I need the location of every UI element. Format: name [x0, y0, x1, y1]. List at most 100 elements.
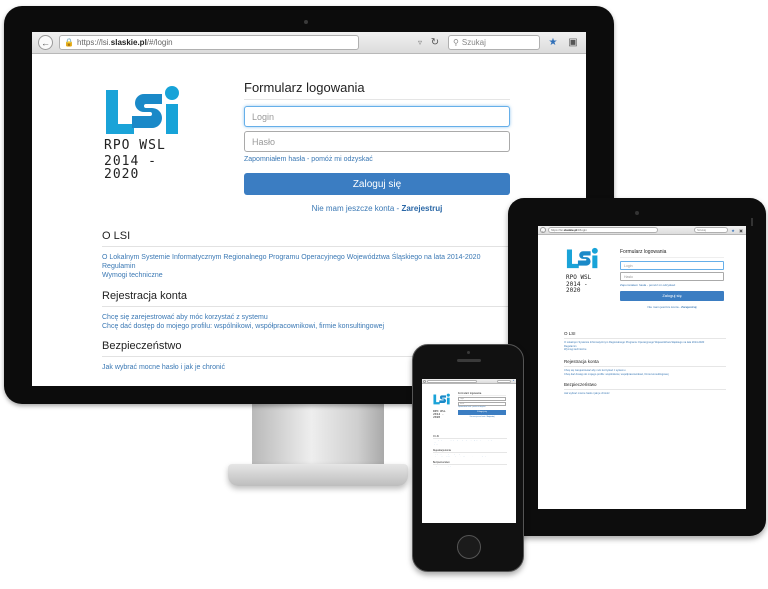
- tablet-forgot-password-link[interactable]: Zapomniałem hasła - pomóż mi odzyskać: [620, 283, 724, 287]
- tablet-about-lsi-link[interactable]: O Lokalnym Systemie Informatycznym Regio…: [564, 341, 726, 345]
- tablet-address-bar[interactable]: https://lsi. slaskie.pl/#/login: [548, 227, 658, 233]
- phone-forgot-password-link[interactable]: Zapomniałem hasła - pomóż mi odzyskać: [458, 407, 506, 408]
- tablet-password-input[interactable]: Hasło: [620, 272, 724, 281]
- tablet-screen: ← https://lsi. slaskie.pl/#/login Szukaj …: [538, 226, 746, 509]
- lsi-logo: RPO WSL 2014 - 2020: [104, 84, 184, 181]
- register-to-use-link[interactable]: Chcę się zarejestrować aby móc korzystać…: [102, 313, 542, 322]
- browser-toolbar: ← 🔒 https://lsi.slaskie.pl/#/login ▿ ↻ ⚲…: [32, 32, 586, 54]
- tablet-side-button: [751, 218, 753, 226]
- phone-section-registration-title: Rejestracja konta: [433, 450, 507, 453]
- phone-register-link[interactable]: Zarejestruj: [487, 417, 495, 418]
- logo-letter-i-stem: [166, 104, 178, 134]
- tablet-login-button[interactable]: Zaloguj się: [620, 291, 724, 301]
- tablet-tech-requirements-link[interactable]: Wymogi techniczne: [564, 348, 726, 352]
- section-registration: Rejestracja konta Chcę się zarejestrować…: [102, 290, 542, 331]
- tablet-section-about-title: O LSI: [564, 331, 726, 339]
- tech-requirements-link[interactable]: Wymogi techniczne: [102, 271, 542, 280]
- tablet-bookmark-star-icon[interactable]: ★: [730, 228, 736, 233]
- phone-speaker: [457, 359, 481, 362]
- regulations-link[interactable]: Regulamin: [102, 262, 542, 271]
- tablet-register-link[interactable]: Zarejestruj: [681, 305, 696, 309]
- library-icon[interactable]: ▣: [566, 37, 580, 48]
- responsive-devices-mockup: ← 🔒 https://lsi.slaskie.pl/#/login ▿ ↻ ⚲…: [0, 0, 768, 589]
- tablet-device: ← https://lsi. slaskie.pl/#/login Szukaj …: [508, 198, 766, 536]
- tablet-lsi-logo-mark: [566, 247, 598, 269]
- tablet-section-registration: Rejestracja konta Chcę się zarejestrować…: [564, 359, 726, 376]
- phone-back-arrow-icon[interactable]: [423, 379, 426, 383]
- lsi-logo-mark: [106, 86, 179, 134]
- tablet-grant-profile-access-link[interactable]: Chcę dać dostęp do mojego profilu: wspól…: [564, 373, 726, 377]
- monitor-stand-neck: [252, 404, 384, 470]
- phone-password-input[interactable]: Hasło: [458, 402, 506, 406]
- tablet-section-about: O LSI O Lokalnym Systemie Informatycznym…: [564, 331, 726, 352]
- phone-address-bar[interactable]: [427, 379, 477, 383]
- monitor-screen: ← 🔒 https://lsi.slaskie.pl/#/login ▿ ↻ ⚲…: [32, 32, 586, 386]
- tablet-register-prompt: Nie mam jeszcze konta - Zarejestruj: [647, 305, 697, 309]
- url-text: https://lsi.slaskie.pl/#/login: [76, 38, 173, 47]
- phone-strong-password-link[interactable]: Jak wybrać mocne hasło i jak je chronić: [433, 466, 507, 468]
- grant-profile-access-link[interactable]: Chcę dać dostęp do mojego profilu: wspól…: [102, 322, 542, 331]
- phone-section-security-title: Bezpieczeństwo: [433, 462, 507, 465]
- logo-years: 2014 - 2020: [104, 154, 157, 182]
- tablet-strong-password-link[interactable]: Jak wybrać mocne hasło i jak je chronić: [564, 392, 726, 396]
- forgot-password-link[interactable]: Zapomniałem hasła - pomóż mi odzyskać: [244, 156, 510, 163]
- bookmark-star-icon[interactable]: ★: [546, 37, 560, 48]
- tablet-lsi-logo: RPO WSL 2014 - 2020: [566, 247, 600, 294]
- phone-section-security: Bezpieczeństwo Jak wybrać mocne hasło i …: [433, 462, 507, 468]
- search-icon: ⚲: [453, 38, 459, 47]
- section-about: O LSI O Lokalnym Systemie Informatycznym…: [102, 230, 542, 280]
- monitor-camera: [304, 20, 308, 24]
- logo-program-name: RPO WSL: [104, 138, 166, 153]
- logo-letter-l: [106, 90, 134, 134]
- monitor-stand-base: [228, 464, 408, 486]
- password-input[interactable]: [244, 131, 510, 152]
- phone-camera: [467, 351, 470, 354]
- logo-letter-s: [132, 94, 162, 128]
- phone-login-button[interactable]: Zaloguj się: [458, 410, 506, 415]
- login-page: RPO WSL 2014 - 2020 Formularz logowania …: [32, 54, 586, 386]
- tablet-back-arrow-icon[interactable]: ←: [540, 227, 546, 233]
- phone-search-box[interactable]: [497, 379, 511, 383]
- tablet-search-box[interactable]: Szukaj: [694, 227, 728, 233]
- tablet-camera: [635, 211, 639, 215]
- tablet-login-page: RPO WSL 2014 - 2020 Formularz logowania …: [538, 235, 746, 509]
- about-lsi-link[interactable]: O Lokalnym Systemie Informatycznym Regio…: [102, 253, 542, 262]
- back-arrow-icon[interactable]: ←: [38, 35, 53, 50]
- phone-home-button[interactable]: [457, 535, 481, 559]
- phone-bookmark-star-icon[interactable]: ★: [512, 380, 515, 382]
- tablet-login-form-title: Formularz logowania: [620, 249, 724, 258]
- phone-grant-profile-access-link[interactable]: Chcę dać dostęp do mojego profilu: wspól…: [433, 456, 507, 458]
- url-dropdown-icon[interactable]: ▿: [418, 38, 422, 47]
- search-placeholder: Szukaj: [461, 38, 486, 47]
- phone-login-form-title: Formularz logowania: [458, 392, 506, 396]
- tablet-section-security-title: Bezpieczeństwo: [564, 382, 726, 390]
- phone-about-lsi-link[interactable]: O Lokalnym Systemie Informatycznym Regio…: [433, 440, 507, 442]
- phone-lsi-logo: RPO WSL 2014 - 2020: [433, 392, 451, 419]
- phone-section-about-title: O LSI: [433, 436, 507, 439]
- tablet-browser-toolbar: ← https://lsi. slaskie.pl/#/login Szukaj …: [538, 226, 746, 235]
- phone-screen: ★ RPO WSL 2014 - 2020 Formularz logowani…: [422, 379, 516, 523]
- lock-icon: 🔒: [64, 38, 74, 47]
- login-form: Formularz logowania Zapomniałem hasła - …: [244, 80, 510, 213]
- phone-login-input[interactable]: Login: [458, 397, 506, 401]
- search-box[interactable]: ⚲ Szukaj: [448, 35, 540, 50]
- no-account-text: Nie mam jeszcze konta -: [311, 204, 402, 213]
- phone-login-form: Formularz logowania Login Hasło Zapomnia…: [458, 392, 506, 418]
- tablet-section-security: Bezpieczeństwo Jak wybrać mocne hasło i …: [564, 382, 726, 396]
- login-button[interactable]: Zaloguj się: [244, 173, 510, 195]
- phone-tech-requirements-link[interactable]: Wymogi techniczne: [433, 444, 507, 446]
- logo-letter-i-dot: [165, 86, 179, 100]
- phone-login-page: RPO WSL 2014 - 2020 Formularz logowania …: [422, 384, 516, 523]
- reload-icon[interactable]: ↻: [428, 37, 442, 48]
- tablet-logo-years: 2014 - 2020: [566, 281, 588, 294]
- login-input[interactable]: [244, 106, 510, 127]
- section-registration-title: Rejestracja konta: [102, 290, 542, 307]
- tablet-section-registration-title: Rejestracja konta: [564, 359, 726, 367]
- address-bar[interactable]: 🔒 https://lsi.slaskie.pl/#/login: [59, 35, 359, 50]
- tablet-library-icon[interactable]: ▣: [738, 228, 744, 233]
- tablet-login-input[interactable]: Login: [620, 261, 724, 270]
- register-prompt: Nie mam jeszcze konta - Zarejestruj: [244, 204, 510, 213]
- phone-logo-years: 2014 - 2020: [433, 412, 444, 419]
- tablet-login-form: Formularz logowania Login Hasło Zapomnia…: [620, 249, 724, 309]
- register-link[interactable]: Zarejestruj: [401, 204, 442, 213]
